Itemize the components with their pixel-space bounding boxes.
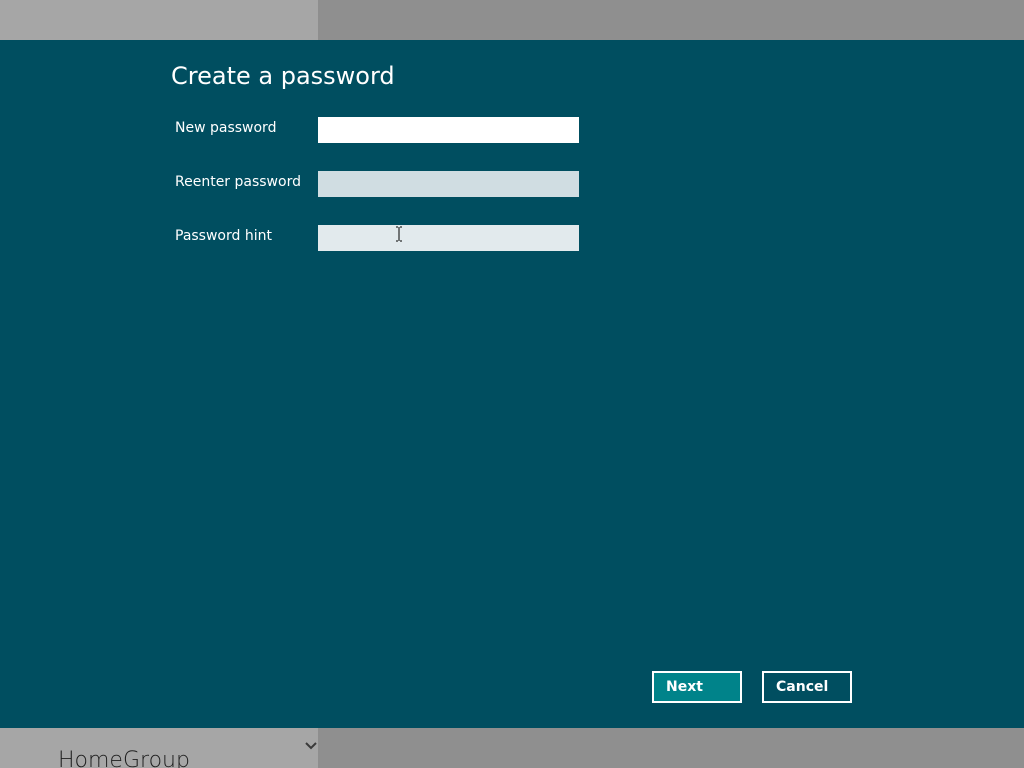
chevron-down-icon[interactable]	[303, 738, 319, 754]
cancel-button[interactable]: Cancel	[762, 671, 852, 703]
reenter-password-input[interactable]	[318, 171, 579, 197]
new-password-label: New password	[175, 120, 277, 136]
dialog-title: Create a password	[171, 62, 395, 90]
reenter-password-label: Reenter password	[175, 174, 301, 190]
create-password-dialog: Create a password New password Reenter p…	[0, 40, 1024, 728]
homegroup-label[interactable]: HomeGroup	[58, 748, 190, 768]
next-button[interactable]: Next	[652, 671, 742, 703]
password-hint-input[interactable]	[318, 225, 579, 251]
text-cursor-icon	[396, 226, 402, 242]
screen: HomeGroup Create a password New password…	[0, 0, 1024, 768]
new-password-input[interactable]	[318, 117, 579, 143]
password-hint-label: Password hint	[175, 228, 272, 244]
